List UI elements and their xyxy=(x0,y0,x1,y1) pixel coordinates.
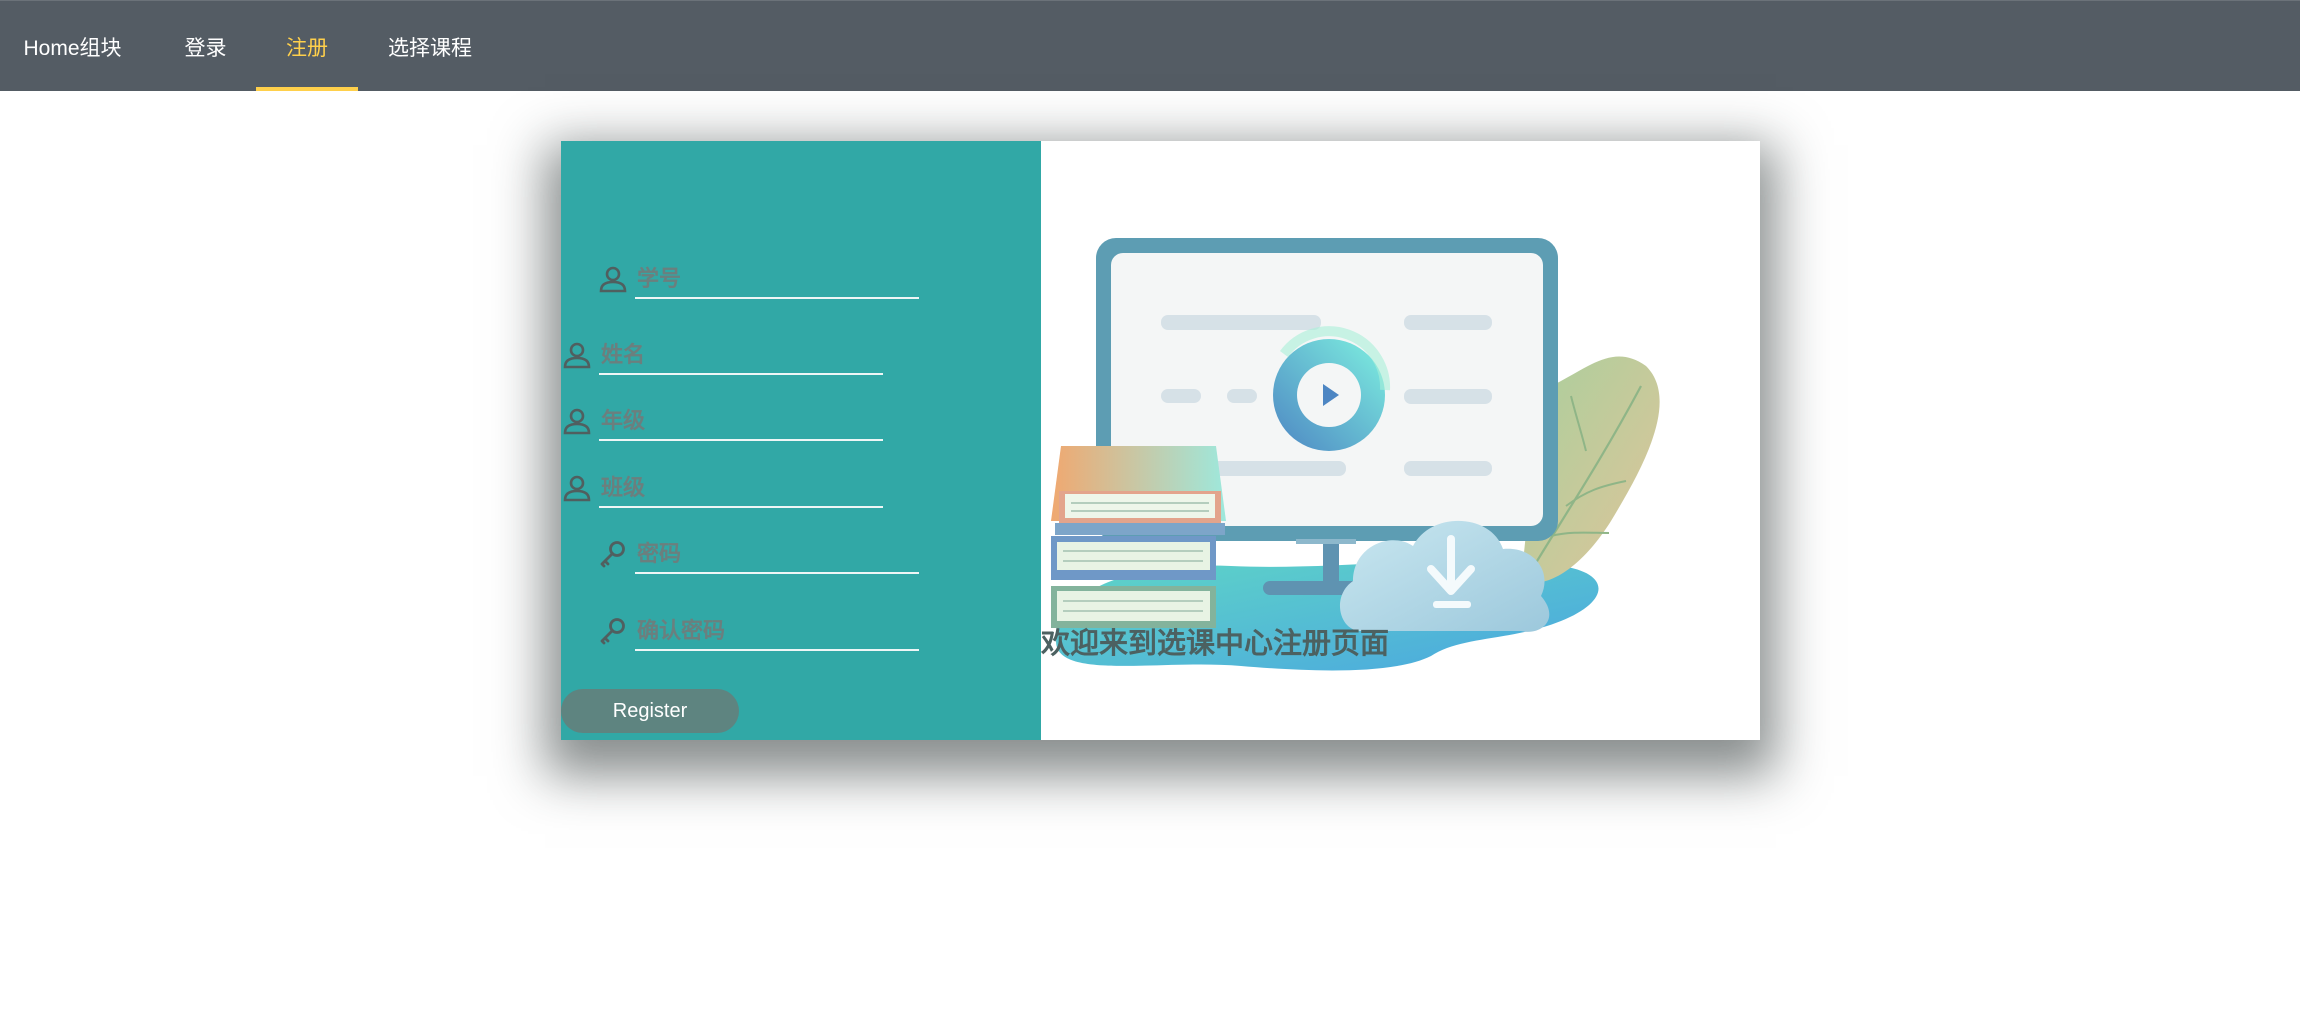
name-input[interactable] xyxy=(599,337,883,375)
key-icon xyxy=(600,618,625,645)
top-nav: Home组块 登录 注册 选择课程 xyxy=(0,0,2300,91)
user-icon xyxy=(563,408,591,435)
register-button[interactable]: Register xyxy=(561,689,739,733)
nav-item-register[interactable]: 注册 xyxy=(256,1,358,91)
nav-item-select-course[interactable]: 选择课程 xyxy=(375,1,485,91)
class-input[interactable] xyxy=(599,470,883,508)
illustration-panel: 欢迎来到选课中心注册页面 xyxy=(1041,141,1760,740)
register-form: Register xyxy=(561,141,1041,740)
confirm-password-input[interactable] xyxy=(635,613,919,651)
student-id-input[interactable] xyxy=(635,261,919,299)
nav-item-home[interactable]: Home组块 xyxy=(0,1,145,91)
register-card: Register xyxy=(561,141,1760,740)
user-icon xyxy=(563,342,591,369)
welcome-heading: 欢迎来到选课中心注册页面 xyxy=(1041,628,1390,660)
grade-input[interactable] xyxy=(599,403,883,441)
password-input[interactable] xyxy=(635,536,919,574)
user-icon xyxy=(563,475,591,502)
nav-item-login[interactable]: 登录 xyxy=(163,1,248,91)
key-icon xyxy=(600,541,625,568)
user-icon xyxy=(599,266,627,293)
